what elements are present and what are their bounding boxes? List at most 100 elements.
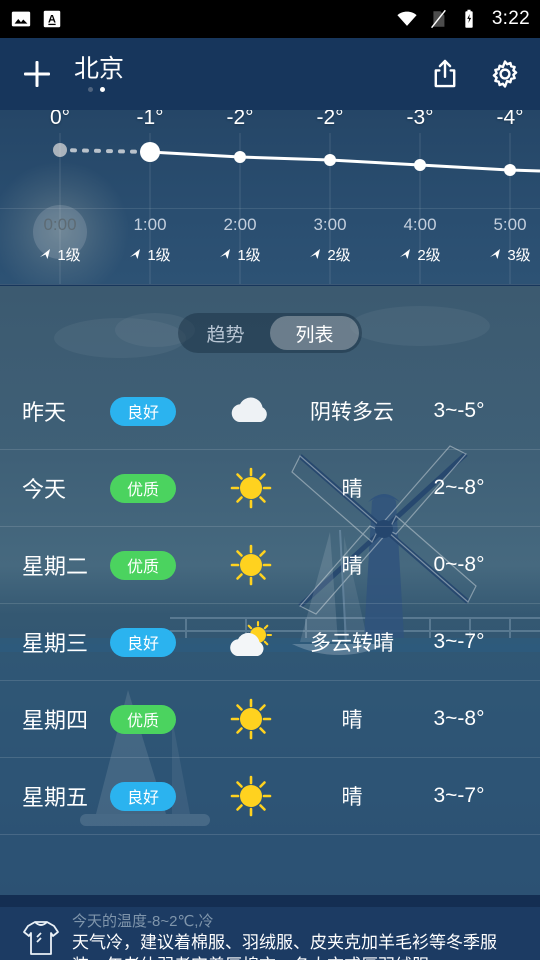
- page-indicator: [88, 87, 105, 93]
- page-dot-active[interactable]: [100, 87, 105, 93]
- sunny-icon: [230, 544, 272, 586]
- forecast-day: 今天: [22, 477, 67, 502]
- gear-icon[interactable]: [488, 57, 522, 91]
- weather-icon-cell: [198, 465, 304, 511]
- status-bar: A 3:22: [0, 0, 540, 38]
- temperature-range: 3~-5°: [433, 399, 485, 422]
- wind-arrow-icon: [220, 249, 231, 259]
- wind-arrow-icon: [130, 249, 141, 259]
- hour-column[interactable]: -3° 4:00 2级: [375, 110, 465, 284]
- status-badge: 良好: [110, 396, 176, 426]
- advice-text: 今天的温度-8~2℃,冷 天气冷，建议着棉服、羽绒服、皮夹克加羊毛衫等冬季服装。…: [68, 913, 526, 960]
- partly-cloudy-icon: [230, 620, 273, 656]
- app-bar: 北京: [0, 38, 540, 110]
- aqi-cell: 良好: [110, 627, 198, 657]
- aqi-cell: 良好: [110, 396, 198, 426]
- city-title-group: 北京: [74, 54, 125, 93]
- status-badge: 良好: [110, 781, 176, 811]
- hour-time: 3:00: [313, 215, 347, 234]
- page-dot[interactable]: [88, 87, 93, 93]
- no-sim-icon: [430, 9, 446, 29]
- table-row[interactable]: 星期三 良好 多云转晴 3~-7°: [0, 604, 540, 681]
- weather-condition: 多云转晴: [310, 632, 394, 655]
- hour-column[interactable]: -1° 1:00 1级: [105, 110, 195, 284]
- tab-trend[interactable]: 趋势: [181, 316, 270, 350]
- wind-arrow-icon: [40, 249, 51, 259]
- forecast-list-card: 趋势 列表 昨天 良好 阴转多云 3~-5° 今天 优质 晴 2~-8° 星期二…: [0, 286, 540, 895]
- status-badge: 优质: [110, 704, 176, 734]
- advice-icon-cell: [14, 913, 68, 960]
- hour-wind: 1级: [105, 244, 195, 265]
- weather-icon-cell: [198, 542, 304, 588]
- app-bar-actions: [428, 57, 522, 91]
- status-badge: 优质: [110, 473, 176, 503]
- forecast-day: 昨天: [22, 400, 67, 425]
- hourly-chart-card[interactable]: 0° 0:00 1级 -1° 1:00 1级 -2° 2:00 1级 -2° 3…: [0, 110, 540, 285]
- wind-arrow-icon: [310, 249, 321, 259]
- hour-temp: 0°: [49, 110, 71, 129]
- aqi-cell: 优质: [110, 704, 198, 734]
- sunny-icon: [230, 698, 272, 740]
- hour-temp: -2°: [226, 110, 254, 129]
- advice-title: 今天的温度-8~2℃,冷: [72, 913, 214, 930]
- image-icon: [11, 11, 31, 27]
- status-bar-right: 3:22: [396, 8, 530, 30]
- status-bar-left: A: [10, 8, 63, 30]
- weather-icon-cell: [198, 620, 304, 664]
- forecast-day: 星期四: [22, 708, 89, 733]
- hour-time: 4:00: [403, 215, 437, 234]
- status-badge: 优质: [110, 550, 176, 580]
- table-row[interactable]: 昨天 良好 阴转多云 3~-5°: [0, 373, 540, 450]
- advice-body: 天气冷，建议着棉服、羽绒服、皮夹克加羊毛衫等冬季服装。年老体弱者宜着厚棉衣、冬大…: [72, 933, 497, 960]
- hour-wind: 2级: [375, 244, 465, 265]
- weather-condition: 晴: [341, 709, 363, 732]
- sunny-icon: [230, 775, 272, 817]
- weather-icon-cell: [198, 696, 304, 742]
- hourly-chart: 0° 0:00 1级 -1° 1:00 1级 -2° 2:00 1级 -2° 3…: [0, 110, 540, 284]
- sunny-icon: [230, 467, 272, 509]
- table-row[interactable]: 今天 优质 晴 2~-8°: [0, 450, 540, 527]
- aqi-cell: 优质: [110, 473, 198, 503]
- status-badge: 良好: [110, 627, 176, 657]
- temperature-range: 3~-7°: [433, 630, 485, 653]
- clothing-advice-card[interactable]: 今天的温度-8~2℃,冷 天气冷，建议着棉服、羽绒服、皮夹克加羊毛衫等冬季服装。…: [0, 907, 540, 960]
- table-row[interactable]: 星期二 优质 晴 0~-8°: [0, 527, 540, 604]
- status-bar-clock: 3:22: [491, 8, 530, 29]
- aqi-cell: 优质: [110, 550, 198, 580]
- view-toggle[interactable]: 趋势 列表: [178, 313, 362, 353]
- cloudy-icon: [231, 397, 267, 422]
- table-row[interactable]: 星期五 良好 晴 3~-7°: [0, 758, 540, 835]
- section-divider: [0, 895, 540, 907]
- table-row-empty: [0, 835, 540, 895]
- forecast-day: 星期三: [22, 631, 89, 656]
- hour-wind: 1级: [195, 244, 285, 265]
- add-city-button[interactable]: [18, 55, 56, 93]
- hour-wind: 2级: [285, 244, 375, 265]
- wind-arrow-icon: [490, 249, 501, 259]
- forecast-day: 星期二: [22, 554, 89, 579]
- hour-column[interactable]: -2° 2:00 1级: [195, 110, 285, 284]
- hour-temp: -3°: [406, 110, 434, 129]
- weather-condition: 晴: [341, 786, 363, 809]
- tab-list[interactable]: 列表: [270, 316, 359, 350]
- hour-column[interactable]: -4° 5:00 3级: [465, 110, 540, 284]
- hour-time: 0:00: [43, 215, 77, 234]
- forecast-day: 星期五: [22, 785, 89, 810]
- weather-icon-cell: [198, 773, 304, 819]
- tshirt-icon: [23, 921, 59, 955]
- temperature-range: 3~-8°: [433, 707, 485, 730]
- weather-condition: 晴: [341, 555, 363, 578]
- table-row[interactable]: 星期四 优质 晴 3~-8°: [0, 681, 540, 758]
- temperature-range: 2~-8°: [433, 476, 485, 499]
- weather-icon-cell: [198, 391, 304, 431]
- temperature-range: 0~-8°: [433, 553, 485, 576]
- share-icon[interactable]: [428, 57, 462, 91]
- aqi-cell: 良好: [110, 781, 198, 811]
- forecast-rows: 昨天 良好 阴转多云 3~-5° 今天 优质 晴 2~-8° 星期二 优质 晴 …: [0, 373, 540, 895]
- hour-temp: -4°: [496, 110, 524, 129]
- hour-wind: 1级: [15, 244, 105, 265]
- wifi-icon: [397, 11, 417, 26]
- hour-column[interactable]: -2° 3:00 2级: [285, 110, 375, 284]
- page-title: 北京: [74, 54, 125, 83]
- hour-column[interactable]: 0° 0:00 1级: [15, 110, 105, 284]
